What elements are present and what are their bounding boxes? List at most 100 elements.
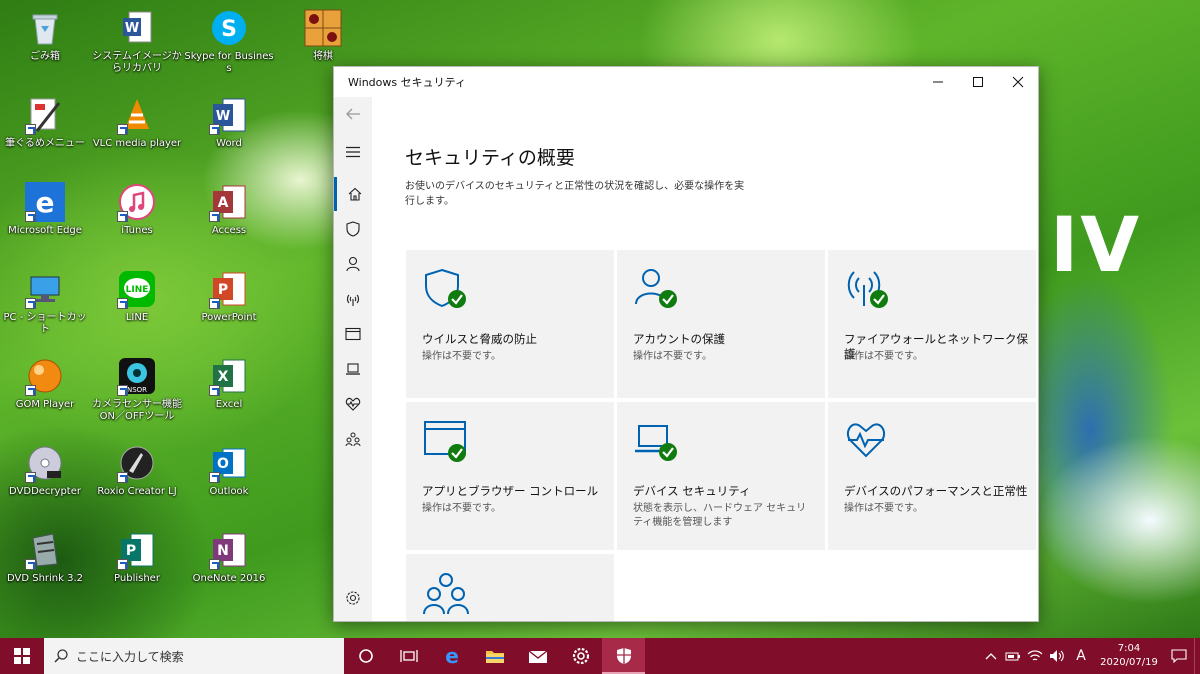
word-icon: W [209, 95, 249, 135]
task-view-button[interactable] [387, 638, 430, 674]
card-status: 状態を表示し、ハードウェア セキュリティ機能を管理します [633, 503, 807, 528]
title-bar[interactable]: Windows セキュリティ [334, 67, 1038, 97]
gom-icon [25, 356, 65, 396]
svg-text:O: O [217, 456, 229, 472]
desktop-icon-system-image[interactable]: W システムイメージからリカバリ [92, 2, 182, 88]
desktop-icon-word[interactable]: W Word [186, 89, 272, 175]
svg-text:N: N [217, 543, 229, 559]
tray-network[interactable] [1024, 649, 1046, 663]
back-button[interactable] [334, 97, 372, 131]
desktop-icon-excel[interactable]: X Excel [186, 350, 272, 436]
desktop-icon-vlc[interactable]: VLC media player [93, 89, 181, 175]
desktop-icon-onenote[interactable]: N OneNote 2016 [186, 524, 272, 610]
mail-icon [528, 650, 547, 663]
nav-item-app-browser[interactable] [334, 317, 372, 351]
card-device-health[interactable]: デバイスのパフォーマンスと正常性 操作は不要です。 [828, 402, 1036, 550]
show-desktop-button[interactable] [1194, 638, 1200, 674]
windows-logo-icon [14, 648, 30, 664]
clock-time: 7:04 [1117, 643, 1141, 654]
cortana-circle-icon [358, 649, 373, 663]
taskbar-search[interactable]: ここに入力して検索 [44, 638, 344, 674]
action-center-button[interactable] [1164, 649, 1194, 663]
person-icon [346, 256, 360, 272]
word-doc-icon: W [117, 8, 157, 48]
nav-item-account[interactable] [334, 247, 372, 281]
desktop-icon-access[interactable]: A Access [186, 176, 272, 262]
desktop-icon-skype[interactable]: S Skype for Business [184, 2, 274, 88]
dvd-icon [25, 443, 65, 483]
taskbar-windows-security[interactable] [602, 638, 645, 674]
speaker-icon [1050, 650, 1064, 662]
wifi-icon [1027, 650, 1043, 661]
edge-icon: e [445, 646, 459, 666]
desktop-icon-fudegurume[interactable]: 筆ぐるめメニュー [2, 89, 88, 175]
desktop-icon-pc[interactable]: PC - ショートカット [2, 263, 88, 349]
nav-item-home[interactable] [334, 177, 372, 211]
card-family-options[interactable] [406, 554, 614, 621]
tray-volume[interactable] [1046, 649, 1068, 663]
desktop-icon-publisher[interactable]: P Publisher [94, 524, 180, 610]
minimize-icon [933, 81, 943, 83]
roxio-icon [117, 443, 157, 483]
desktop-icon-camera-sensor[interactable]: NSOR カメラセンサー機能ON／OFFツール [92, 350, 182, 436]
family-icon [345, 432, 361, 446]
svg-text:P: P [218, 282, 228, 298]
back-arrow-icon [346, 108, 360, 120]
card-title: デバイス セキュリティ [633, 484, 751, 498]
powerpoint-icon: P [209, 269, 249, 309]
desktop-icon-recycle-bin[interactable]: ごみ箱 [2, 2, 88, 88]
tray-ime[interactable]: A [1068, 648, 1094, 664]
taskbar-settings[interactable] [559, 638, 602, 674]
card-account-protection[interactable]: アカウントの保護 操作は不要です。 [617, 250, 825, 398]
nav-item-device-security[interactable] [334, 352, 372, 386]
card-app-browser[interactable]: アプリとブラウザー コントロール 操作は不要です。 [406, 402, 614, 550]
taskbar-file-explorer[interactable] [473, 638, 516, 674]
taskbar-mail[interactable] [516, 638, 559, 674]
desktop-icon-itunes[interactable]: iTunes [94, 176, 180, 262]
task-view-icon [399, 650, 418, 662]
gear-icon [572, 647, 589, 665]
heart-icon [345, 397, 361, 411]
minimize-button[interactable] [918, 67, 958, 97]
tray-clock[interactable]: 7:04 2020/07/19 [1094, 642, 1164, 670]
card-device-security[interactable]: デバイス セキュリティ 状態を表示し、ハードウェア セキュリティ機能を管理します [617, 402, 825, 550]
start-button[interactable] [0, 638, 44, 674]
hamburger-icon [346, 146, 360, 158]
desktop-icon-dvdshrink[interactable]: DVD Shrink 3.2 [2, 524, 88, 610]
maximize-button[interactable] [958, 67, 998, 97]
wallpaper-text: IV [1050, 200, 1142, 289]
vlc-icon [117, 95, 157, 135]
svg-text:P: P [126, 543, 136, 559]
desktop-icon-dvddecrypter[interactable]: DVDDecrypter [2, 437, 88, 523]
desktop-icon-powerpoint[interactable]: P PowerPoint [186, 263, 272, 349]
card-status: 操作は不要です。 [422, 351, 501, 362]
line-icon: LINE [117, 269, 157, 309]
nav-item-firewall[interactable] [334, 282, 372, 316]
cortana-button[interactable] [344, 638, 387, 674]
taskbar-edge[interactable]: e [430, 638, 473, 674]
clock-date: 2020/07/19 [1100, 657, 1158, 668]
page-description: お使いのデバイスのセキュリティと正常性の状況を確認し、必要な操作を実行します。 [405, 181, 745, 207]
card-title: アプリとブラウザー コントロール [422, 484, 599, 498]
camera-sensor-icon: NSOR [117, 356, 157, 396]
desktop-icon-line[interactable]: LINE LINE [94, 263, 180, 349]
card-firewall[interactable]: ファイアウォールとネットワーク保護 操作は不要です。 [828, 250, 1036, 398]
nav-item-virus-protection[interactable] [334, 212, 372, 246]
card-virus-protection[interactable]: ウイルスと脅威の防止 操作は不要です。 [406, 250, 614, 398]
tray-battery[interactable] [1002, 650, 1024, 662]
nav-sidebar [334, 97, 372, 621]
close-button[interactable] [998, 67, 1038, 97]
desktop-icon-edge[interactable]: e Microsoft Edge [2, 176, 88, 262]
nav-item-device-health[interactable] [334, 387, 372, 421]
desktop-icon-gom[interactable]: GOM Player [2, 350, 88, 436]
tray-overflow-button[interactable] [980, 652, 1002, 660]
desktop-icon-outlook[interactable]: O Outlook [186, 437, 272, 523]
folder-icon [485, 651, 504, 663]
hamburger-menu-button[interactable] [334, 135, 372, 169]
dvdshrink-icon [25, 530, 65, 570]
desktop-icon-roxio[interactable]: Roxio Creator LJ [94, 437, 180, 523]
nav-item-family[interactable] [334, 422, 372, 456]
nav-item-settings[interactable] [334, 581, 372, 615]
main-content: セキュリティの概要 お使いのデバイスのセキュリティと正常性の状況を確認し、必要な… [372, 97, 1038, 621]
laptop-icon [346, 363, 360, 375]
